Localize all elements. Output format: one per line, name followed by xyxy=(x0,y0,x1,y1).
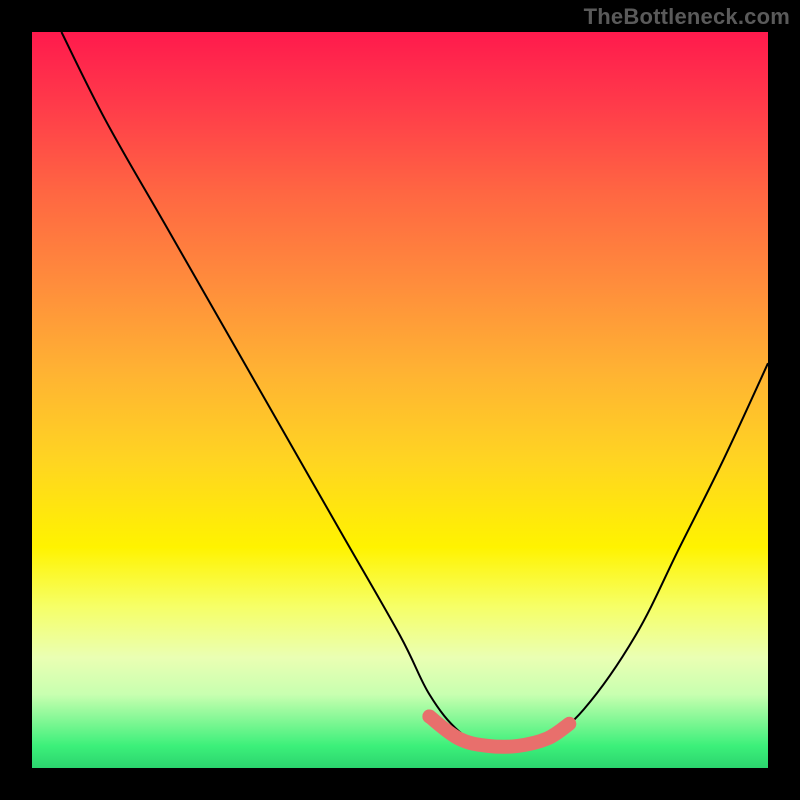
chart-svg xyxy=(32,32,768,768)
chart-frame: TheBottleneck.com xyxy=(0,0,800,800)
primary-curve xyxy=(61,32,768,747)
chart-plot-area xyxy=(32,32,768,768)
highlight-dot xyxy=(422,710,436,724)
highlight-segment xyxy=(429,716,569,746)
watermark-text: TheBottleneck.com xyxy=(584,4,790,30)
